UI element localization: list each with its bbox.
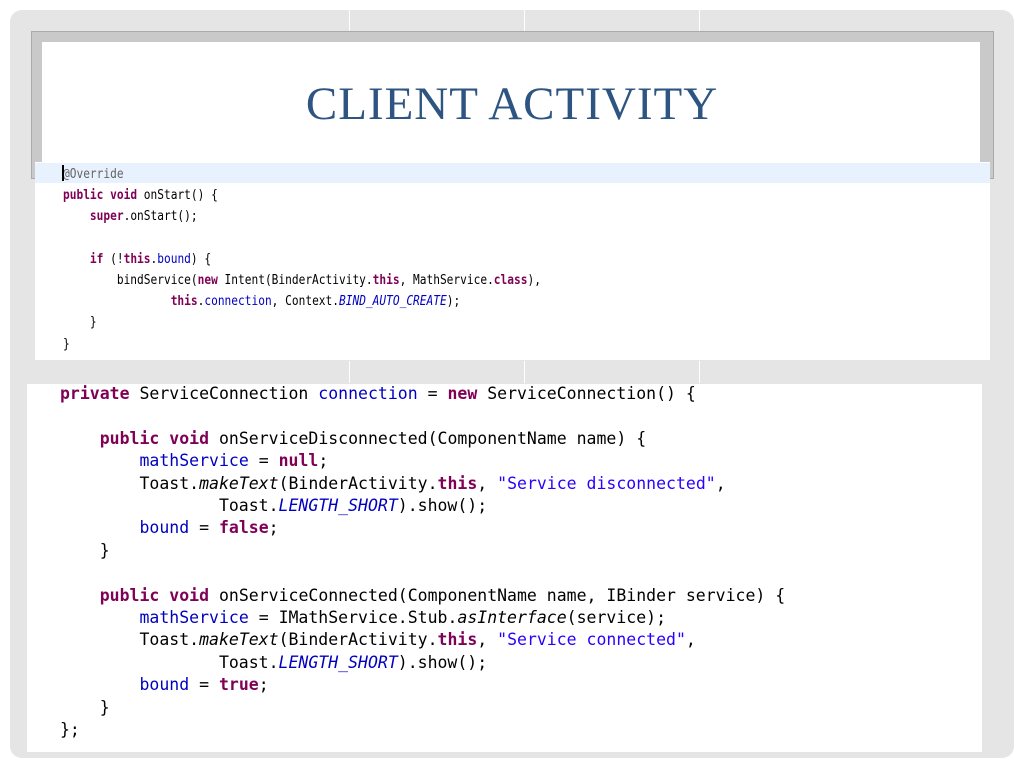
code-line: } — [60, 697, 110, 717]
code-line: mathService = IMathService.Stub.asInterf… — [139, 608, 667, 628]
code-screenshot-onstart: @Override public void onStart() { super.… — [35, 162, 990, 360]
code-line: } — [60, 540, 110, 560]
code-line: }; — [60, 720, 80, 740]
code-line: } — [63, 336, 70, 352]
grid-divider — [349, 361, 350, 383]
code-line: bound = false; — [139, 518, 279, 538]
code-line: Toast.LENGTH_SHORT).show(); — [60, 496, 488, 516]
grid-divider — [524, 361, 525, 383]
code-line: private ServiceConnection connection = n… — [60, 384, 696, 403]
code-line: public void onStart() { — [63, 188, 218, 204]
code-line: this.connection, Context.BIND_AUTO_CREAT… — [170, 294, 461, 310]
code-block-onstart: @Override public void onStart() { super.… — [63, 164, 541, 355]
code-line: super.onStart(); — [89, 209, 198, 225]
code-line: bindService(new Intent(BinderActivity.th… — [63, 273, 541, 289]
code-line: Toast.makeText(BinderActivity.this, "Ser… — [60, 630, 696, 650]
code-block-service-connection: private ServiceConnection connection = n… — [60, 384, 785, 742]
text-caret — [62, 165, 64, 181]
grid-divider — [699, 361, 700, 383]
code-line: Toast.LENGTH_SHORT).show(); — [60, 652, 488, 672]
code-line: Toast.makeText(BinderActivity.this, "Ser… — [60, 473, 726, 493]
code-line: } — [63, 315, 97, 331]
code-line: @Override — [63, 167, 124, 182]
code-screenshot-service-connection: private ServiceConnection connection = n… — [27, 384, 982, 752]
code-line: mathService = null; — [139, 451, 329, 471]
slide-title: CLIENT ACTIVITY — [305, 78, 719, 130]
code-line: bound = true; — [139, 675, 269, 695]
code-line: public void onServiceConnected(Component… — [99, 585, 786, 605]
code-line: if (!this.bound) { — [89, 251, 212, 267]
code-line: public void onServiceDisconnected(Compon… — [99, 428, 647, 448]
